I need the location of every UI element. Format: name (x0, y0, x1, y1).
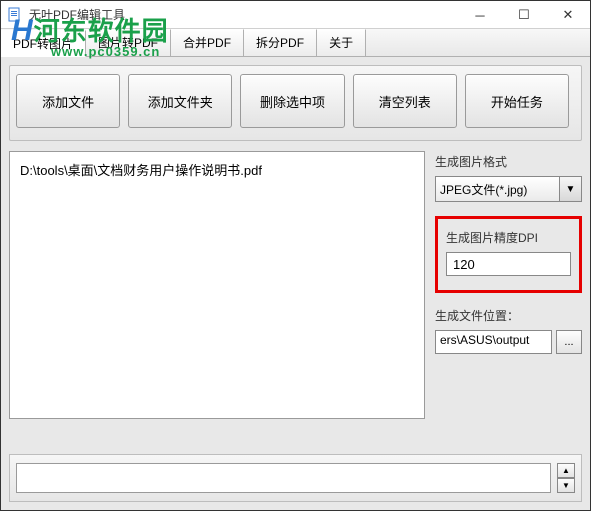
add-folder-button[interactable]: 添加文件夹 (128, 74, 232, 128)
titlebar: 无叶PDF编辑工具 ─ ☐ ✕ (1, 1, 590, 29)
remove-selected-button[interactable]: 删除选中项 (240, 74, 344, 128)
tab-merge-pdf[interactable]: 合并PDF (171, 29, 244, 56)
tab-pdf-to-image[interactable]: PDF转图片 (1, 30, 86, 57)
add-file-button[interactable]: 添加文件 (16, 74, 120, 128)
maximize-button[interactable]: ☐ (502, 1, 546, 29)
app-icon (7, 7, 23, 23)
side-panel: 生成图片格式 JPEG文件(*.jpg) ▼ 生成图片精度DPI 生成文件位置：… (435, 151, 582, 419)
list-item[interactable]: D:\tools\桌面\文档财务用户操作说明书.pdf (20, 160, 414, 179)
format-select[interactable]: JPEG文件(*.jpg) (435, 176, 560, 202)
dpi-label: 生成图片精度DPI (446, 229, 571, 246)
status-box (16, 463, 551, 493)
tab-split-pdf[interactable]: 拆分PDF (244, 29, 317, 56)
format-value: JPEG文件(*.jpg) (440, 181, 527, 198)
format-label: 生成图片格式 (435, 153, 582, 170)
window-controls: ─ ☐ ✕ (458, 1, 590, 28)
output-path-input[interactable]: ers\ASUS\output (435, 330, 552, 354)
spinner-up[interactable]: ▲ (557, 463, 575, 478)
action-toolbar: 添加文件 添加文件夹 删除选中项 清空列表 开始任务 (9, 65, 582, 141)
close-button[interactable]: ✕ (546, 1, 590, 29)
spinner-control: ▲ ▼ (557, 463, 575, 493)
bottom-panel: ▲ ▼ (9, 454, 582, 502)
spinner-down[interactable]: ▼ (557, 478, 575, 493)
tab-about[interactable]: 关于 (317, 29, 366, 56)
chevron-down-icon[interactable]: ▼ (560, 176, 582, 202)
dpi-group: 生成图片精度DPI (435, 216, 582, 293)
tab-image-to-pdf[interactable]: 图片转PDF (86, 29, 171, 56)
output-path-label: 生成文件位置： (435, 307, 582, 324)
format-group: 生成图片格式 JPEG文件(*.jpg) ▼ (435, 151, 582, 204)
minimize-button[interactable]: ─ (458, 1, 502, 29)
output-path-group: 生成文件位置： ers\ASUS\output ... (435, 305, 582, 356)
window-title: 无叶PDF编辑工具 (29, 6, 458, 23)
start-task-button[interactable]: 开始任务 (465, 74, 569, 128)
tab-bar: PDF转图片 图片转PDF 合并PDF 拆分PDF 关于 (1, 29, 590, 57)
dpi-input[interactable] (446, 252, 571, 276)
clear-list-button[interactable]: 清空列表 (353, 74, 457, 128)
content-area: 添加文件 添加文件夹 删除选中项 清空列表 开始任务 D:\tools\桌面\文… (1, 57, 590, 510)
file-list[interactable]: D:\tools\桌面\文档财务用户操作说明书.pdf (9, 151, 425, 419)
browse-button[interactable]: ... (556, 330, 582, 354)
